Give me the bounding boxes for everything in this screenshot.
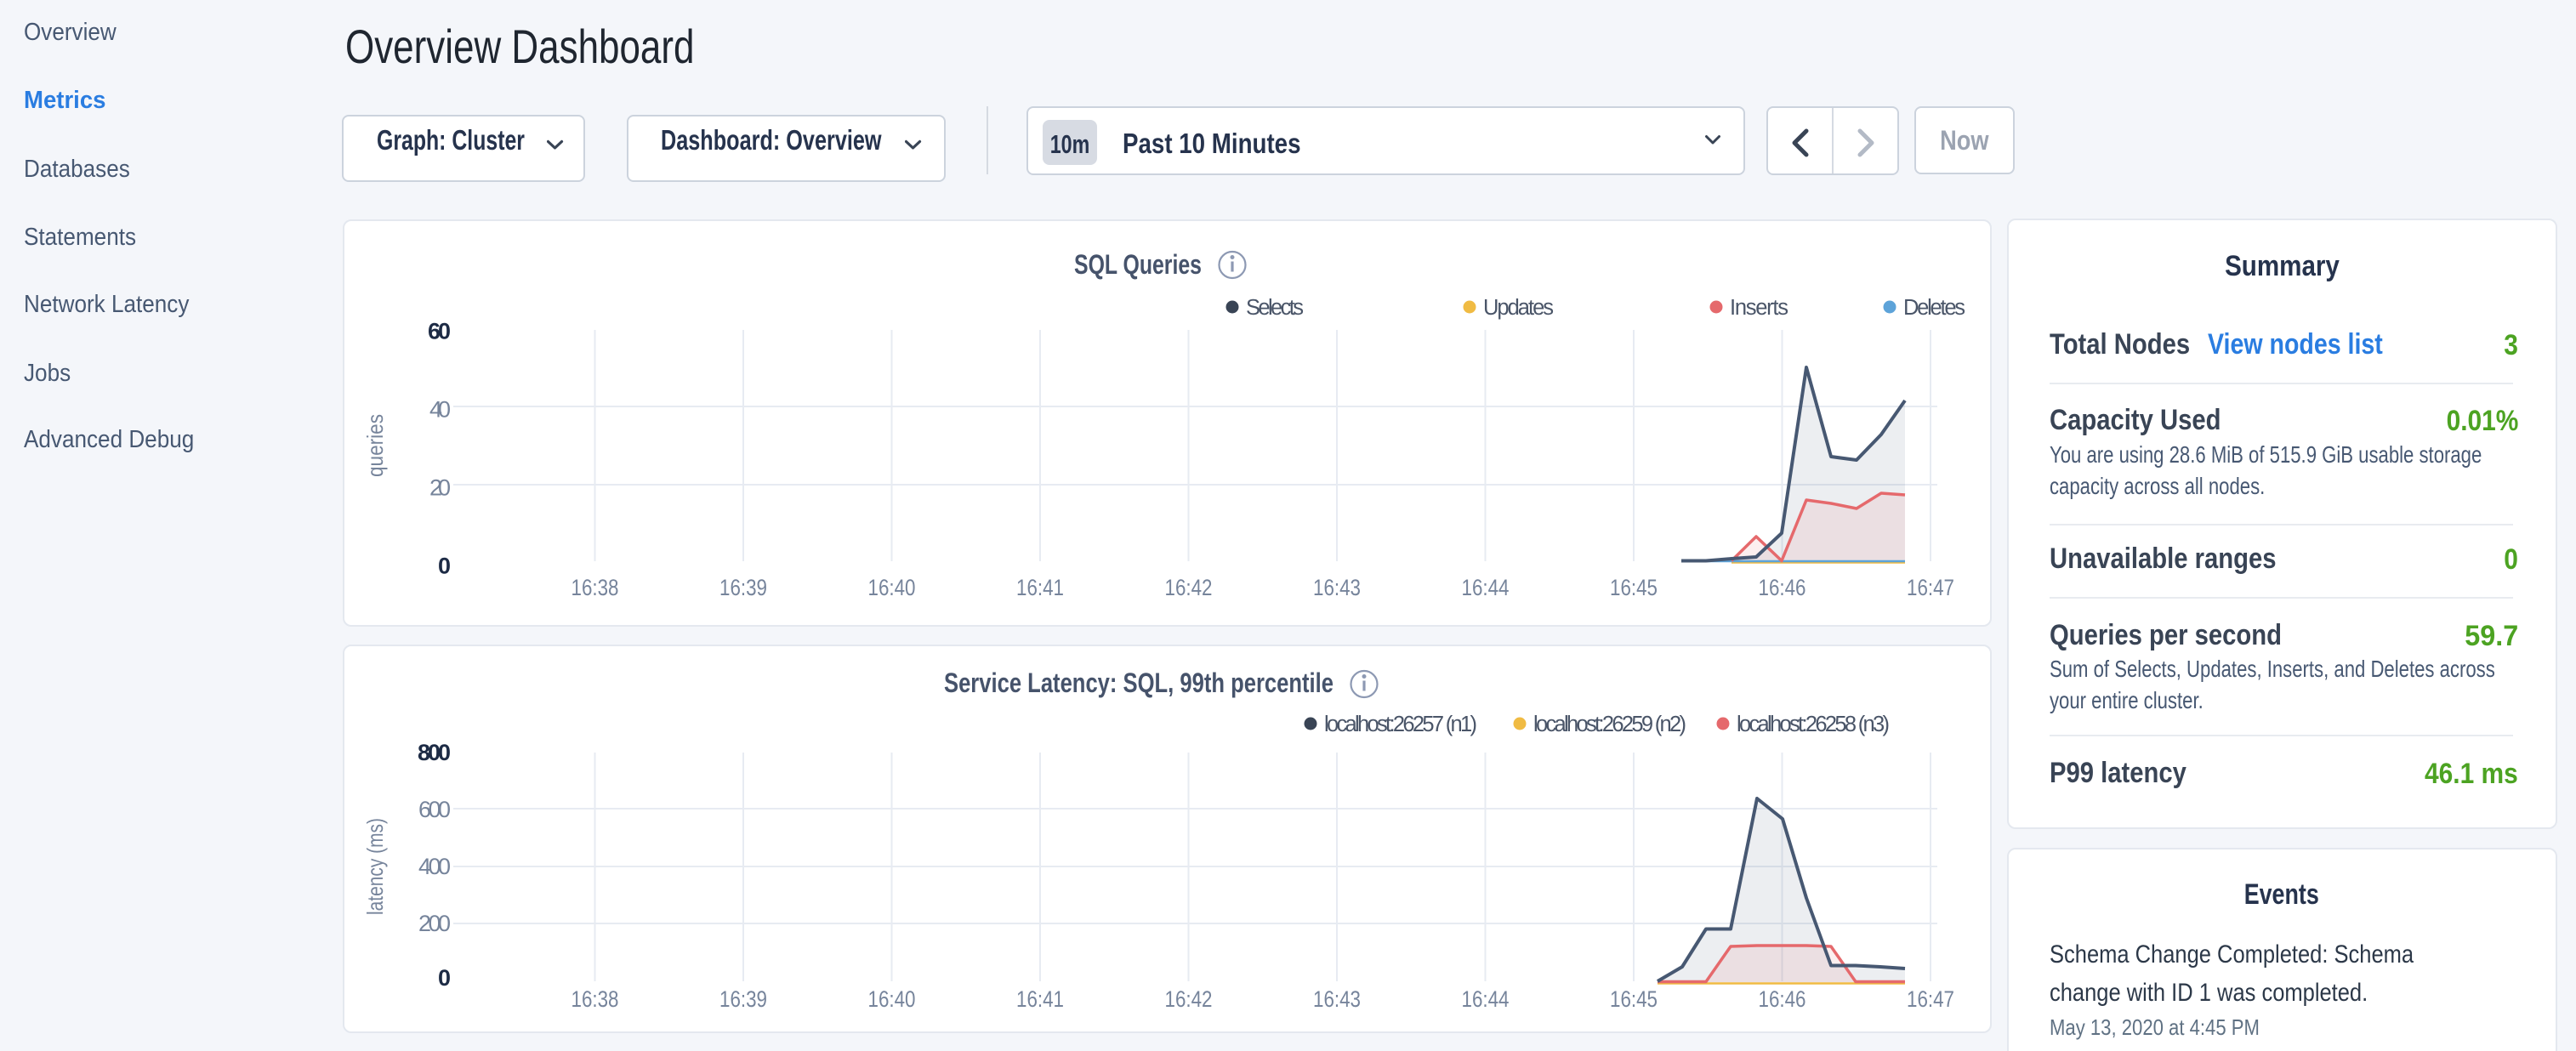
svg-text:16:41: 16:41 xyxy=(1016,986,1064,1012)
svg-text:Deletes: Deletes xyxy=(1903,296,1965,320)
svg-text:Selects: Selects xyxy=(1246,296,1304,320)
svg-text:200: 200 xyxy=(418,911,451,936)
svg-text:16:44: 16:44 xyxy=(1462,575,1510,600)
svg-text:localhost:26257 (n1): localhost:26257 (n1) xyxy=(1324,713,1477,736)
svg-text:0: 0 xyxy=(438,965,451,991)
svg-text:16:46: 16:46 xyxy=(1759,986,1806,1012)
svg-text:16:43: 16:43 xyxy=(1313,986,1361,1012)
svg-text:16:38: 16:38 xyxy=(571,986,619,1012)
svg-text:16:42: 16:42 xyxy=(1165,575,1213,600)
svg-text:60: 60 xyxy=(428,319,451,344)
svg-text:16:42: 16:42 xyxy=(1165,986,1213,1012)
svg-text:Updates: Updates xyxy=(1483,296,1554,320)
svg-text:localhost:26258 (n3): localhost:26258 (n3) xyxy=(1737,713,1890,736)
svg-text:queries: queries xyxy=(362,414,388,477)
svg-text:Inserts: Inserts xyxy=(1730,296,1788,320)
svg-text:16:47: 16:47 xyxy=(1907,986,1954,1012)
svg-text:16:39: 16:39 xyxy=(719,575,767,600)
svg-text:Service Latency: SQL, 99th per: Service Latency: SQL, 99th percentile xyxy=(944,668,1333,698)
svg-text:16:41: 16:41 xyxy=(1016,575,1064,600)
svg-text:16:39: 16:39 xyxy=(719,986,767,1012)
svg-text:600: 600 xyxy=(418,797,451,822)
svg-text:16:45: 16:45 xyxy=(1610,575,1658,600)
svg-text:0: 0 xyxy=(438,554,451,579)
svg-text:localhost:26259 (n2): localhost:26259 (n2) xyxy=(1533,713,1686,736)
svg-text:16:45: 16:45 xyxy=(1610,986,1658,1012)
svg-text:16:47: 16:47 xyxy=(1907,575,1954,600)
svg-text:400: 400 xyxy=(418,854,451,879)
svg-text:16:38: 16:38 xyxy=(571,575,619,600)
svg-text:16:44: 16:44 xyxy=(1462,986,1510,1012)
svg-text:16:46: 16:46 xyxy=(1759,575,1806,600)
svg-text:40: 40 xyxy=(429,397,451,423)
svg-text:latency (ms): latency (ms) xyxy=(362,818,388,915)
svg-text:16:40: 16:40 xyxy=(868,986,916,1012)
svg-text:16:40: 16:40 xyxy=(868,575,916,600)
svg-text:16:43: 16:43 xyxy=(1313,575,1361,600)
svg-text:SQL Queries: SQL Queries xyxy=(1074,249,1202,280)
svg-text:800: 800 xyxy=(418,740,451,765)
svg-text:20: 20 xyxy=(429,475,451,501)
